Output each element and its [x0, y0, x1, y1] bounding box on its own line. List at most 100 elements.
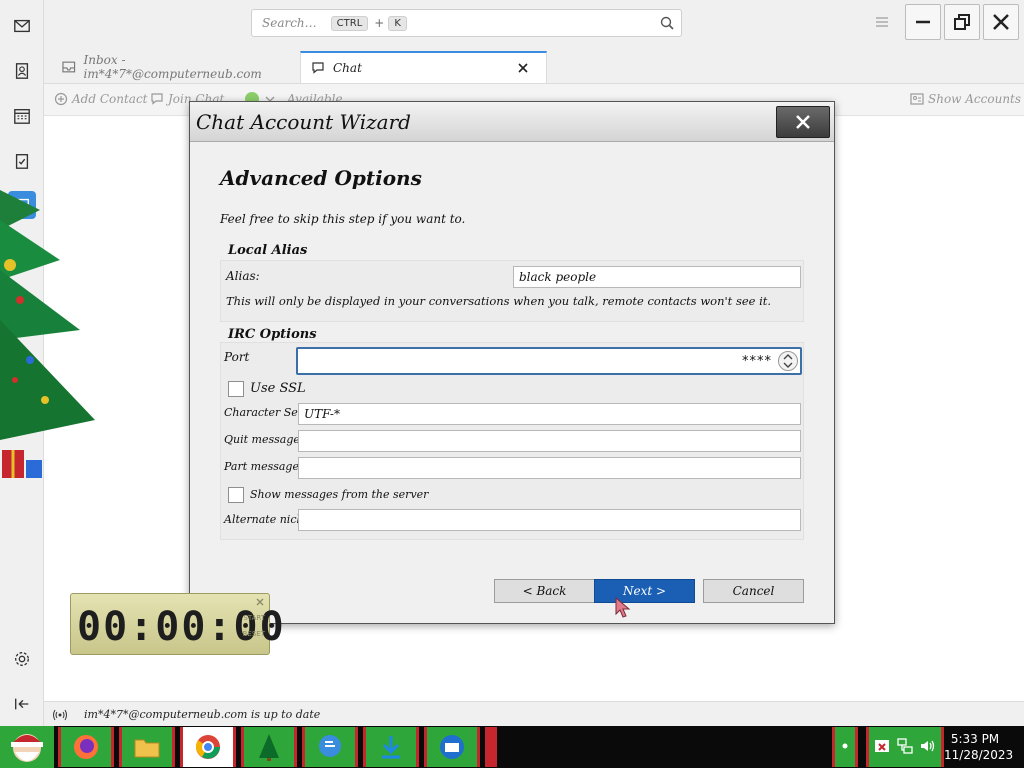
mouse-cursor-icon	[615, 596, 631, 618]
taskbar-clock[interactable]: 5:33 PM 11/28/2023	[944, 731, 1014, 763]
tasks-icon	[15, 154, 29, 169]
start-button[interactable]	[0, 726, 54, 768]
local-alias-group-label: Local Alias	[228, 243, 308, 258]
christmas-tree-decoration	[0, 190, 95, 478]
close-tab-icon[interactable]	[516, 61, 530, 75]
thunderbird-icon	[440, 735, 464, 759]
use-ssl-label: Use SSL	[250, 381, 306, 396]
shortcut-k-key: K	[388, 15, 407, 31]
calendar-icon	[14, 109, 30, 124]
status-text: im*4*7*@computerneub.com is up to date	[84, 708, 321, 721]
tab-bar: Inbox - im*4*7*@computerneub.com Chat	[44, 46, 1024, 84]
inbox-icon	[62, 61, 76, 73]
taskbar-downloader[interactable]	[363, 727, 419, 767]
restore-icon	[954, 14, 970, 30]
tab-label: Inbox - im*4*7*@computerneub.com	[83, 53, 262, 81]
tray-overflow[interactable]	[832, 727, 858, 767]
alternate-nicks-input[interactable]	[298, 509, 801, 531]
use-ssl-checkbox[interactable]	[228, 381, 244, 397]
mail-icon	[14, 19, 30, 33]
timer-start-button[interactable]: START	[243, 614, 265, 622]
back-button[interactable]: < Back	[494, 579, 595, 603]
settings-space-button[interactable]	[8, 645, 36, 673]
close-icon[interactable]	[255, 597, 265, 607]
next-button[interactable]: Next >	[594, 579, 695, 603]
chat-bubble-icon	[319, 735, 341, 757]
show-server-messages-checkbox[interactable]	[228, 487, 244, 503]
add-contact-label: Add Contact	[72, 92, 148, 106]
chat-account-wizard-dialog: Chat Account Wizard Advanced Options Fee…	[189, 101, 835, 624]
calendar-space-button[interactable]	[8, 102, 36, 130]
christmas-tree-icon	[259, 734, 279, 761]
shortcut-separator: +	[374, 16, 385, 30]
collapse-spaces-button[interactable]	[8, 690, 36, 718]
tab-chat[interactable]: Chat	[300, 51, 547, 83]
irc-options-group-label: IRC Options	[228, 327, 317, 342]
cancel-button[interactable]: Cancel	[703, 579, 804, 603]
port-value: ****	[742, 354, 772, 369]
system-tray	[866, 727, 944, 767]
port-spinner[interactable]	[778, 351, 798, 371]
show-accounts-label: Show Accounts	[928, 92, 1022, 106]
taskbar-file-explorer[interactable]	[119, 727, 175, 767]
alias-note: This will only be displayed in your conv…	[226, 294, 772, 308]
taskbar-thunderbird[interactable]	[424, 727, 480, 767]
accounts-icon	[910, 93, 924, 105]
part-message-input[interactable]	[298, 457, 801, 479]
dialog-heading: Advanced Options	[220, 166, 422, 190]
app-menu-icon[interactable]	[874, 14, 890, 30]
clock-date: 11/28/2023	[944, 748, 1014, 762]
timer-reset-button[interactable]: RESET	[243, 630, 265, 638]
alternate-nicks-label: Alternate nicks	[224, 513, 309, 526]
close-window-button[interactable]	[983, 4, 1019, 40]
charset-label: Character Set	[224, 406, 303, 419]
timer-display: 00:00:00	[77, 604, 286, 650]
add-contact-icon	[54, 92, 68, 106]
add-contact-button[interactable]: Add Contact	[54, 92, 148, 106]
taskbar-firefox[interactable]	[58, 727, 114, 767]
volume-icon[interactable]	[919, 737, 937, 755]
dialog-title-bar: Chat Account Wizard	[190, 102, 834, 142]
quit-message-label: Quit message	[224, 433, 300, 446]
show-server-messages-label: Show messages from the server	[250, 488, 429, 501]
collapse-icon	[15, 698, 29, 710]
chat-icon	[312, 62, 324, 74]
address-book-icon	[15, 63, 29, 79]
alias-input[interactable]: black people	[513, 266, 801, 288]
search-input[interactable]: Search… CTRL + K	[251, 9, 682, 37]
part-message-label: Part message	[224, 460, 299, 473]
address-book-space-button[interactable]	[8, 57, 36, 85]
close-icon	[993, 14, 1009, 30]
santa-start-icon	[11, 734, 43, 762]
title-bar: Search… CTRL + K	[44, 0, 1024, 46]
alias-label: Alias:	[226, 269, 260, 283]
clock-time: 5:33 PM	[950, 732, 1000, 746]
taskbar-chat-app[interactable]	[302, 727, 358, 767]
show-accounts-button[interactable]: Show Accounts	[910, 92, 1021, 106]
shortcut-ctrl-key: CTRL	[330, 15, 369, 31]
timer-gadget[interactable]: 00:00:00 START RESET	[70, 593, 284, 655]
restore-button[interactable]	[944, 4, 980, 40]
taskbar-christmas-tree[interactable]	[241, 727, 297, 767]
security-alert-icon[interactable]	[873, 737, 891, 755]
search-icon[interactable]	[659, 15, 675, 31]
port-label: Port	[224, 350, 250, 364]
charset-input[interactable]: UTF-*	[298, 403, 801, 425]
spinner-arrows-icon	[783, 354, 793, 368]
taskbar-chrome[interactable]	[180, 727, 236, 767]
quit-message-input[interactable]	[298, 430, 801, 452]
tab-label: Chat	[333, 61, 362, 75]
download-icon	[382, 736, 400, 759]
minimize-button[interactable]	[905, 4, 941, 40]
network-icon[interactable]	[896, 737, 914, 755]
mail-space-button[interactable]	[8, 12, 36, 40]
join-chat-icon	[151, 93, 163, 105]
dialog-title: Chat Account Wizard	[196, 110, 411, 134]
connection-status-icon	[53, 709, 67, 721]
dialog-close-button[interactable]	[776, 106, 830, 138]
status-bar: im*4*7*@computerneub.com is up to date	[44, 701, 1024, 727]
search-placeholder: Search…	[262, 16, 317, 30]
port-input[interactable]: ****	[296, 347, 802, 375]
tab-inbox[interactable]: Inbox - im*4*7*@computerneub.com	[52, 51, 300, 83]
chrome-icon	[196, 735, 220, 759]
